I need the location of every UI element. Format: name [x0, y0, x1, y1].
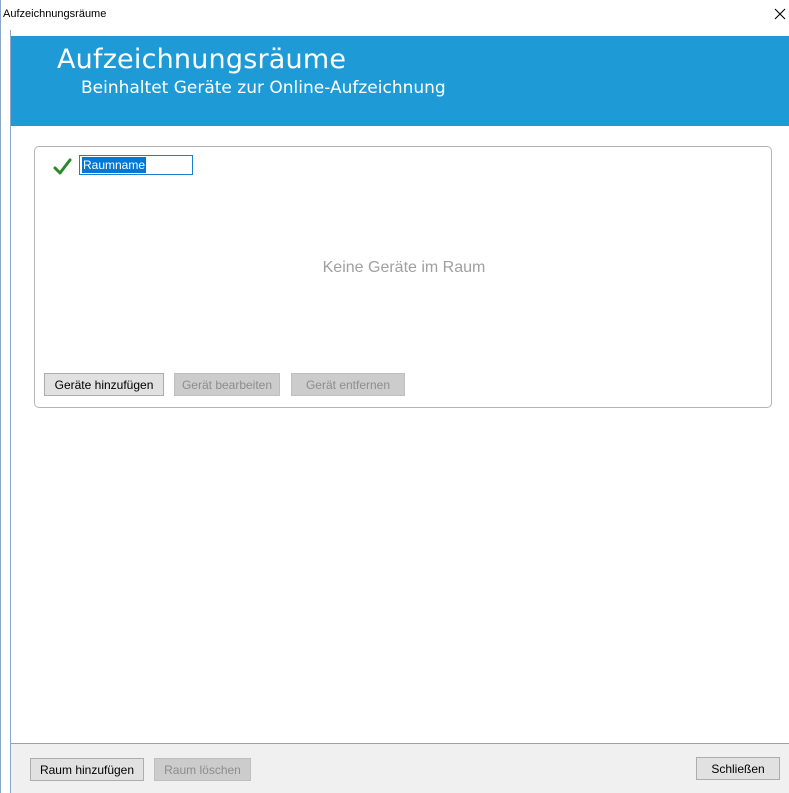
add-room-button[interactable]: Raum hinzufügen — [30, 758, 144, 781]
remove-device-button[interactable]: Gerät entfernen — [291, 373, 405, 396]
room-name-input[interactable]: Raumname — [79, 155, 193, 175]
footer-bar: Raum hinzufügen Raum löschen Schließen — [11, 744, 789, 793]
edit-device-button[interactable]: Gerät bearbeiten — [174, 373, 280, 396]
room-name-value: Raumname — [82, 157, 147, 173]
banner-subtitle: Beinhaltet Geräte zur Online-Aufzeichnun… — [81, 78, 446, 98]
empty-devices-text: Keine Geräte im Raum — [322, 259, 486, 276]
delete-room-button[interactable]: Raum löschen — [154, 758, 251, 781]
close-button[interactable]: Schließen — [696, 757, 780, 780]
header-banner: Aufzeichnungsräume Beinhaltet Geräte zur… — [11, 36, 789, 126]
add-devices-button[interactable]: Geräte hinzufügen — [44, 373, 164, 396]
banner-title: Aufzeichnungsräume — [57, 44, 347, 75]
room-card: Raumname Keine Geräte im Raum Geräte hin… — [34, 146, 772, 408]
window-title: Aufzeichnungsräume — [3, 8, 107, 20]
rooms-panel: Raumname Keine Geräte im Raum Geräte hin… — [11, 126, 789, 743]
check-icon — [53, 157, 73, 177]
close-icon[interactable] — [770, 4, 789, 24]
title-bar: Aufzeichnungsräume — [1, 0, 789, 30]
dialog-window: Aufzeichnungsräume Aufzeichnungsräume Be… — [0, 0, 789, 793]
